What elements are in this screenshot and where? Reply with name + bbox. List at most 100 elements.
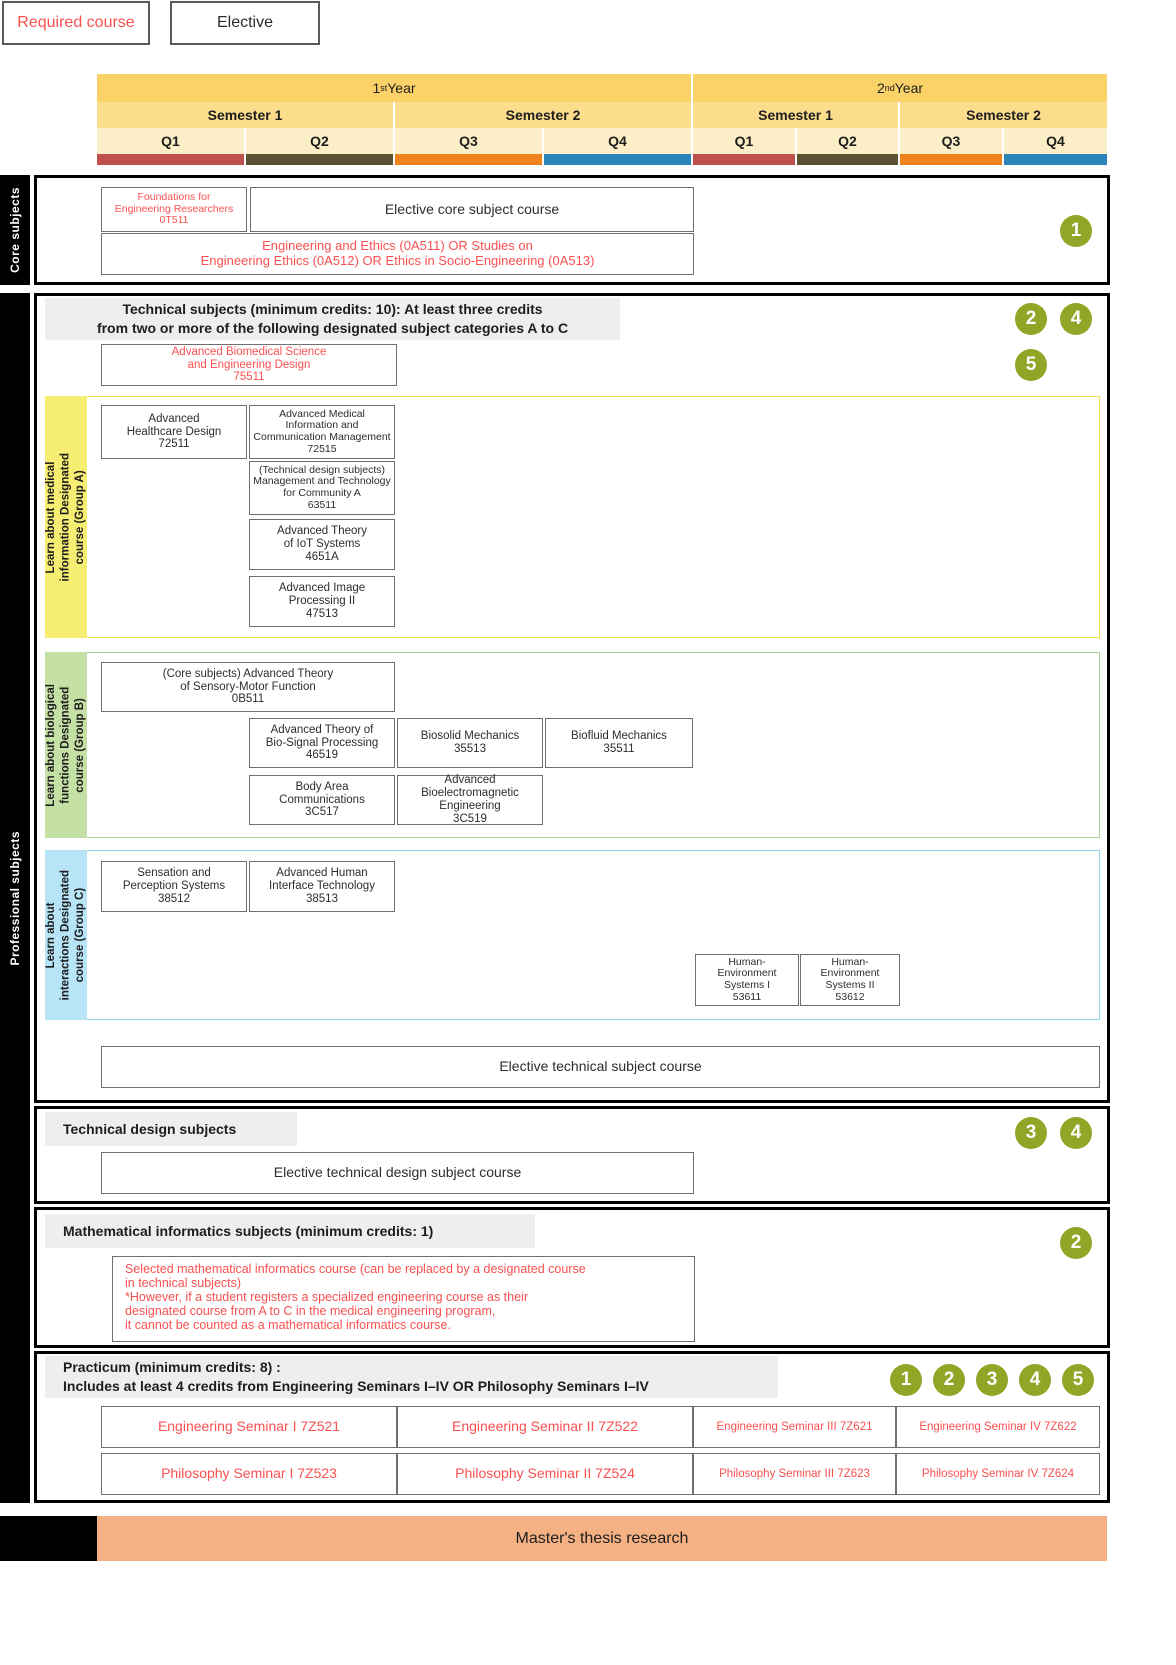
- course-advanced-theory-bio-signal-processing[interactable]: Advanced Theory of Bio-Signal Processing…: [249, 718, 395, 768]
- course-body-area-communications[interactable]: Body Area Communications 3C517: [249, 775, 395, 825]
- legend-required-course: Required course: [2, 1, 150, 45]
- course-label: Elective technical design subject course: [273, 1164, 522, 1181]
- course-advanced-image-processing-ii[interactable]: Advanced Image Processing II 47513: [249, 576, 395, 627]
- legend-elective-course: Elective: [170, 1, 320, 45]
- course-label: (Core subjects) Advanced Theory of Senso…: [162, 667, 334, 706]
- group-a-tab: Learn about medical information Designat…: [45, 396, 87, 638]
- thesis-label: Master's thesis research: [515, 1529, 689, 1547]
- qbar-y2-q4: [1004, 154, 1107, 165]
- quarter-y2-q3: Q3: [900, 128, 1004, 154]
- course-management-technology-community-a[interactable]: (Technical design subjects) Management a…: [249, 461, 395, 515]
- course-engineering-seminar-i[interactable]: Engineering Seminar I 7Z521: [101, 1406, 397, 1448]
- thesis-bar: Master's thesis research: [97, 1516, 1107, 1561]
- course-engineering-seminar-ii[interactable]: Engineering Seminar II 7Z522: [397, 1406, 693, 1448]
- course-label: Advanced Theory of Bio-Signal Processing…: [265, 723, 379, 762]
- year-row: 1st Year 2nd Year: [97, 74, 1107, 102]
- course-selected-math-informatics-note[interactable]: Selected mathematical informatics course…: [112, 1256, 695, 1342]
- course-elective-technical-design-subject[interactable]: Elective technical design subject course: [101, 1152, 694, 1194]
- quarter-y2-q4: Q4: [1004, 128, 1107, 154]
- course-philosophy-seminar-ii[interactable]: Philosophy Seminar II 7Z524: [397, 1453, 693, 1495]
- core-subjects-spine: Core subjects: [0, 175, 30, 285]
- marker-math-2: 2: [1060, 1227, 1092, 1259]
- course-label: Advanced Biomedical Science and Engineer…: [171, 345, 327, 384]
- course-human-environment-systems-i[interactable]: Human- Environment Systems I 53611: [695, 954, 799, 1006]
- legend-elective-label: Elective: [216, 14, 274, 31]
- marker-technical-5: 5: [1015, 349, 1047, 381]
- course-label: Advanced Bioelectromagnetic Engineering …: [421, 774, 519, 825]
- course-elective-technical-subject[interactable]: Elective technical subject course: [101, 1046, 1100, 1088]
- marker-technical-2: 2: [1015, 303, 1047, 335]
- course-advanced-theory-sensory-motor-function[interactable]: (Core subjects) Advanced Theory of Senso…: [101, 662, 395, 712]
- course-label: Human- Environment Systems II 53612: [820, 955, 880, 1003]
- marker-technical-4: 4: [1060, 303, 1092, 335]
- technical-design-banner: Technical design subjects: [45, 1112, 297, 1146]
- course-advanced-theory-iot-systems[interactable]: Advanced Theory of IoT Systems 4651A: [249, 519, 395, 570]
- year-2: 2nd Year: [693, 74, 1107, 102]
- course-label: Human- Environment Systems I 53611: [717, 955, 777, 1003]
- course-label: Engineering Seminar IV 7Z622: [919, 1420, 1077, 1433]
- course-advanced-bioelectromagnetic-engineering[interactable]: Advanced Bioelectromagnetic Engineering …: [397, 774, 543, 825]
- course-label: Engineering Seminar III 7Z621: [716, 1420, 873, 1433]
- course-biofluid-mechanics[interactable]: Biofluid Mechanics 35511: [545, 718, 693, 768]
- group-a-tab-label: Learn about medical information Designat…: [45, 452, 87, 582]
- course-advanced-human-interface-technology[interactable]: Advanced Human Interface Technology 3851…: [249, 861, 395, 912]
- marker-practicum-5: 5: [1062, 1364, 1094, 1396]
- course-label: Philosophy Seminar I 7Z523: [161, 1465, 337, 1482]
- marker-practicum-2: 2: [933, 1364, 965, 1396]
- marker-practicum-4: 4: [1019, 1364, 1051, 1396]
- course-label: Advanced Human Interface Technology 3851…: [269, 867, 375, 905]
- quarter-color-bar: [97, 154, 1107, 165]
- course-biosolid-mechanics[interactable]: Biosolid Mechanics 35513: [397, 718, 543, 768]
- semester-y2-s2: Semester 2: [900, 102, 1107, 128]
- qbar-y1-q2: [246, 154, 395, 165]
- course-advanced-healthcare-design[interactable]: Advanced Healthcare Design 72511: [101, 405, 247, 459]
- course-label: Engineering Seminar II 7Z522: [452, 1418, 638, 1435]
- semester-row: Semester 1 Semester 2 Semester 1 Semeste…: [97, 102, 1107, 128]
- group-b-tab: Learn about biological functions Designa…: [45, 652, 87, 838]
- math-informatics-banner: Mathematical informatics subjects (minim…: [45, 1214, 535, 1248]
- course-foundations-engineering-researchers[interactable]: Foundations for Engineering Researchers …: [101, 187, 247, 232]
- qbar-y1-q4: [544, 154, 693, 165]
- course-label: Philosophy Seminar II 7Z524: [455, 1465, 635, 1482]
- course-label: Engineering and Ethics (0A511) OR Studie…: [200, 238, 595, 268]
- course-label: Foundations for Engineering Researchers …: [114, 190, 234, 227]
- course-label: Philosophy Seminar III 7Z623: [719, 1467, 870, 1480]
- course-philosophy-seminar-i[interactable]: Philosophy Seminar I 7Z523: [101, 1453, 397, 1495]
- course-label: Biofluid Mechanics 35511: [571, 730, 667, 755]
- quarter-y1-q4: Q4: [544, 128, 693, 154]
- course-philosophy-seminar-iv[interactable]: Philosophy Seminar IV 7Z624: [896, 1453, 1100, 1495]
- course-sensation-perception-systems[interactable]: Sensation and Perception Systems 38512: [101, 861, 247, 912]
- group-b-tab-label: Learn about biological functions Designa…: [45, 683, 87, 807]
- group-c-tab-label: Learn about interactions Designated cour…: [45, 869, 87, 1001]
- quarter-y2-q1: Q1: [693, 128, 797, 154]
- quarter-y1-q1: Q1: [97, 128, 246, 154]
- course-engineering-ethics-options[interactable]: Engineering and Ethics (0A511) OR Studie…: [101, 233, 694, 275]
- course-label: Selected mathematical informatics course…: [125, 1262, 586, 1332]
- course-engineering-seminar-iii[interactable]: Engineering Seminar III 7Z621: [693, 1406, 896, 1448]
- timeline-header: 1st Year 2nd Year Semester 1 Semester 2 …: [97, 74, 1107, 165]
- course-advanced-biomedical-science-engineering-design[interactable]: Advanced Biomedical Science and Engineer…: [101, 344, 397, 386]
- course-human-environment-systems-ii[interactable]: Human- Environment Systems II 53612: [800, 954, 900, 1006]
- course-advanced-medical-information-communication-management[interactable]: Advanced Medical Information and Communi…: [249, 405, 395, 459]
- course-label: Sensation and Perception Systems 38512: [122, 867, 226, 905]
- practicum-banner: Practicum (minimum credits: 8) : Include…: [45, 1356, 778, 1398]
- marker-practicum-1: 1: [890, 1364, 922, 1396]
- course-label: Advanced Theory of IoT Systems 4651A: [277, 525, 367, 563]
- technical-subjects-banner: Technical subjects (minimum credits: 10)…: [45, 298, 620, 340]
- course-philosophy-seminar-iii[interactable]: Philosophy Seminar III 7Z623: [693, 1453, 896, 1495]
- qbar-y1-q1: [97, 154, 246, 165]
- course-engineering-seminar-iv[interactable]: Engineering Seminar IV 7Z622: [896, 1406, 1100, 1448]
- marker-techdesign-4: 4: [1060, 1117, 1092, 1149]
- course-label: Advanced Image Processing II 47513: [278, 582, 366, 620]
- thesis-spine-block: [0, 1516, 97, 1561]
- quarter-y1-q3: Q3: [395, 128, 544, 154]
- legend-required-label: Required course: [17, 14, 135, 31]
- course-label: (Technical design subjects) Management a…: [253, 463, 391, 511]
- semester-y1-s1: Semester 1: [97, 102, 395, 128]
- course-elective-core-subject[interactable]: Elective core subject course: [250, 187, 694, 232]
- course-label: Engineering Seminar I 7Z521: [157, 1418, 341, 1435]
- marker-techdesign-3: 3: [1015, 1117, 1047, 1149]
- quarter-y1-q2: Q2: [246, 128, 395, 154]
- quarter-y2-q2: Q2: [797, 128, 900, 154]
- marker-practicum-3: 3: [976, 1364, 1008, 1396]
